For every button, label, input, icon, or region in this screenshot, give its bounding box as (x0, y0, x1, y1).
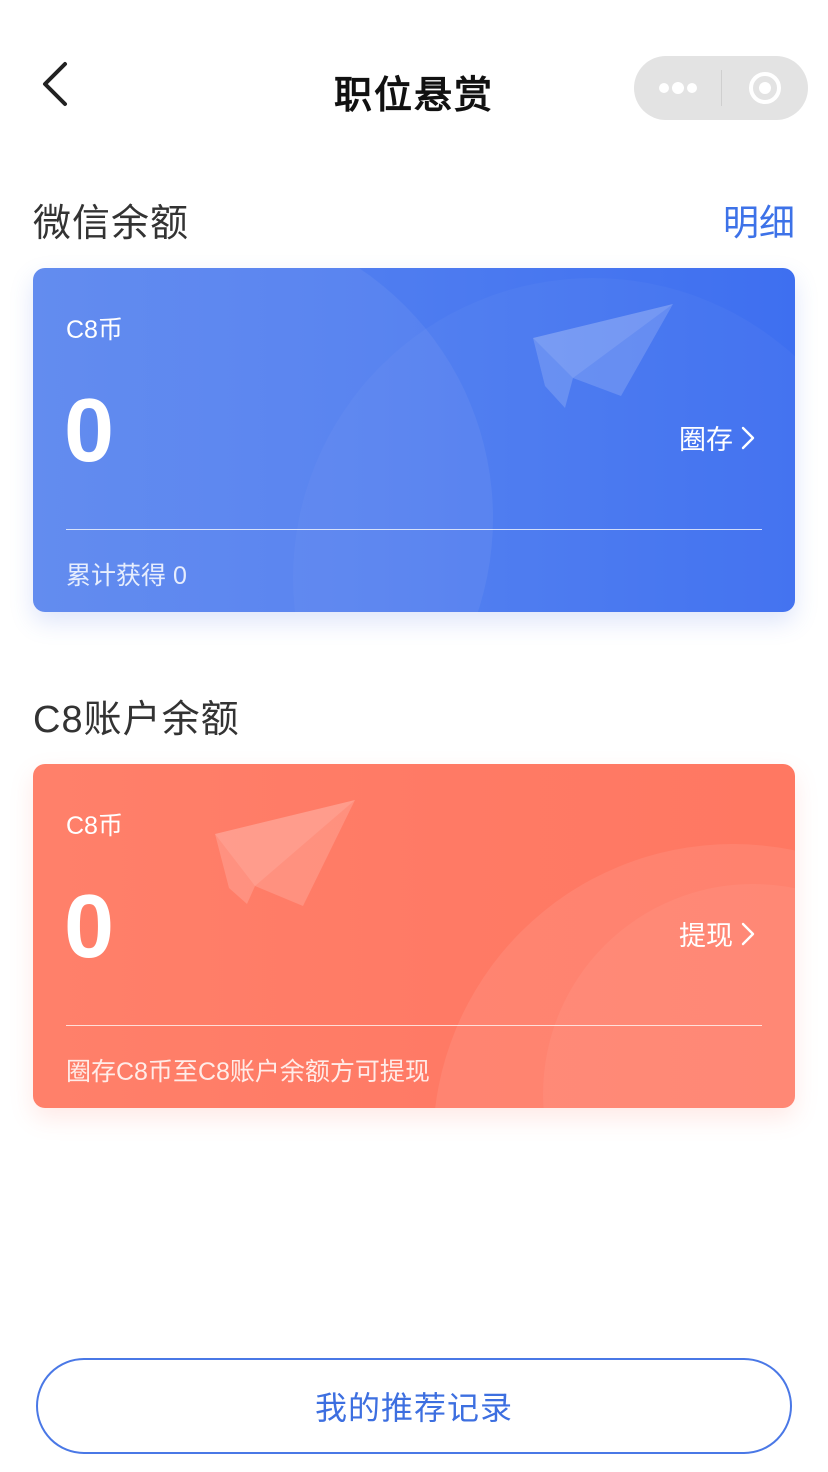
deposit-button[interactable]: 圈存 (679, 418, 755, 457)
miniprogram-capsule (634, 56, 808, 120)
wechat-balance-card: C8币 0 圈存 累计获得 0 (33, 268, 795, 612)
c8-balance-title: C8账户余额 (33, 699, 240, 741)
page: 职位悬赏 微信余额 明细 C8币 0 圈存 累计获得 0 C8账户余额 C8币 … (0, 0, 828, 1472)
total-earned: 累计获得 0 (66, 562, 187, 590)
withdraw-hint: 圈存C8币至C8账户余额方可提现 (66, 1058, 430, 1086)
referral-records-button[interactable]: 我的推荐记录 (36, 1358, 792, 1454)
card-divider (66, 1025, 762, 1026)
navigation-bar: 职位悬赏 (0, 0, 828, 176)
paper-plane-icon (533, 304, 673, 408)
target-close-icon (749, 72, 781, 104)
chevron-right-icon (741, 426, 755, 449)
paper-plane-icon (215, 800, 355, 906)
deposit-label: 圈存 (679, 425, 733, 455)
balance-amount: 0 (64, 877, 115, 977)
currency-label: C8币 (66, 316, 123, 344)
withdraw-button[interactable]: 提现 (679, 914, 755, 953)
c8-balance-card: C8币 0 提现 圈存C8币至C8账户余额方可提现 (33, 764, 795, 1108)
detail-link[interactable]: 明细 (723, 194, 795, 246)
withdraw-label: 提现 (679, 921, 733, 951)
chevron-right-icon (741, 922, 755, 945)
wechat-balance-title: 微信余额 (33, 203, 190, 245)
more-dots-icon (658, 82, 697, 94)
balance-amount: 0 (64, 381, 115, 481)
currency-label: C8币 (66, 812, 123, 840)
close-button[interactable] (722, 56, 808, 120)
more-button[interactable] (634, 56, 721, 120)
card-divider (66, 529, 762, 530)
